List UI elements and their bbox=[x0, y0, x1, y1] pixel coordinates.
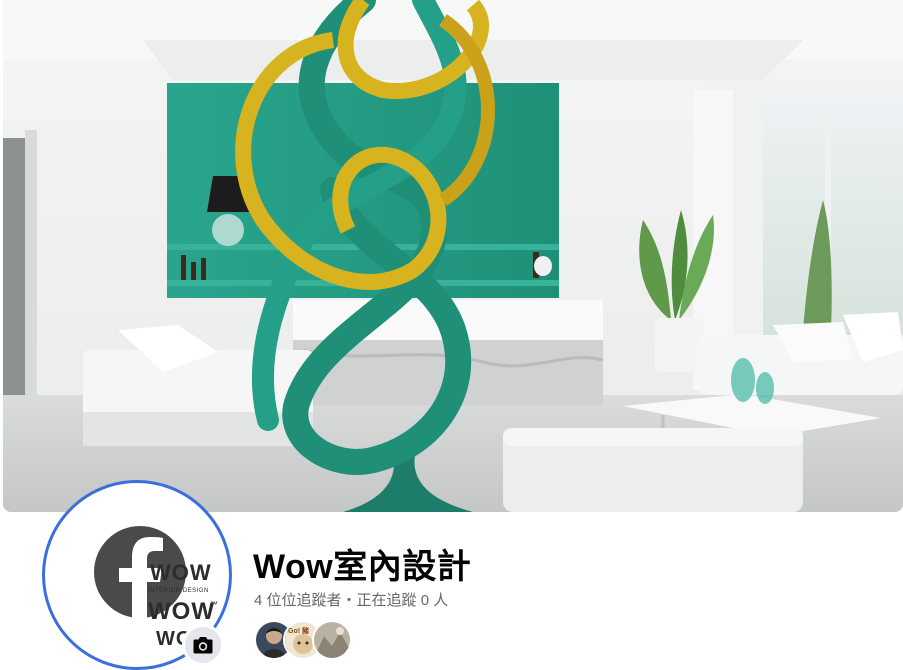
followers-label: 位位追蹤者 bbox=[266, 592, 342, 609]
follow-stats: 4 位位追蹤者・正在追蹤 0 人 bbox=[254, 589, 448, 610]
follower-avatars: Go! 豬 bbox=[254, 620, 364, 660]
follower-avatar-2-text: Go! 豬 bbox=[288, 628, 309, 635]
camera-icon bbox=[193, 637, 213, 654]
follower-avatar-3[interactable] bbox=[312, 620, 352, 660]
following-count: 0 bbox=[420, 592, 430, 609]
logo-brand-text-1: WOW bbox=[150, 560, 212, 585]
logo-brand-text-2: WOW bbox=[148, 598, 215, 625]
logo-sub-text: INTERIOR DESIGN bbox=[148, 588, 209, 594]
following-unit: 人 bbox=[433, 592, 449, 609]
update-profile-picture-button[interactable] bbox=[182, 624, 224, 666]
followers-link[interactable]: 4 位位追蹤者 bbox=[254, 592, 342, 609]
cover-photo[interactable] bbox=[3, 0, 903, 512]
followers-count: 4 bbox=[254, 592, 263, 609]
page-title: Wow室內設計 bbox=[253, 548, 472, 586]
logo-tm: ™ bbox=[210, 600, 218, 609]
follow-separator: ・ bbox=[341, 592, 357, 609]
following-link[interactable]: 正在追蹤 0 人 bbox=[357, 592, 449, 609]
following-label: 正在追蹤 bbox=[356, 592, 417, 609]
